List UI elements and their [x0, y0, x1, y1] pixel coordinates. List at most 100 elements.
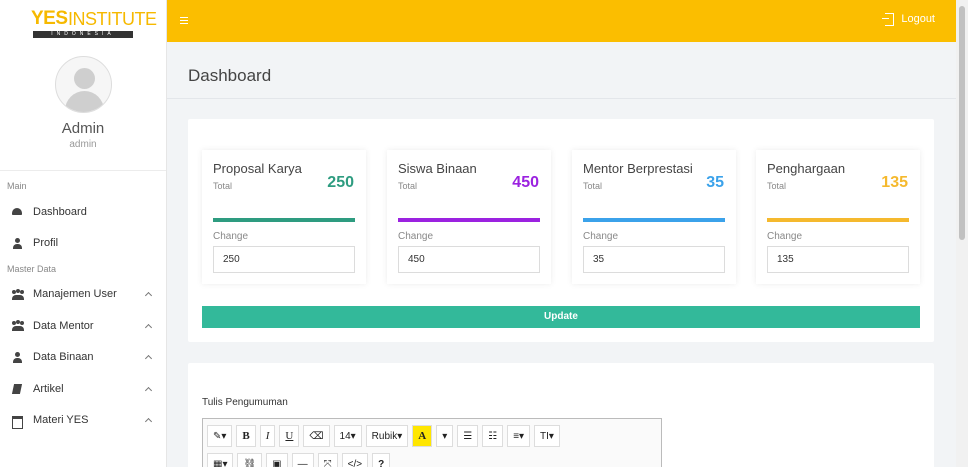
- stat-value: 450: [512, 174, 539, 191]
- stat-value: 250: [327, 174, 354, 191]
- stat-subtitle: Total: [398, 181, 418, 191]
- stat-title: Proposal Karya: [213, 161, 302, 176]
- stat-proposal-karya: Proposal Karya Total 250 Change: [202, 150, 366, 284]
- profile-name: Admin: [61, 120, 105, 137]
- sidebar-item-manajemen-user[interactable]: Manajemen User: [0, 279, 166, 310]
- sidebar-item-profil[interactable]: Profil: [0, 227, 166, 258]
- page-title: Dashboard: [188, 66, 272, 85]
- eraser-icon[interactable]: ⌫: [303, 425, 330, 447]
- sidebar-item-label: Materi YES: [33, 414, 89, 427]
- logout-button[interactable]: Logout: [882, 13, 935, 26]
- dashboard-icon: [12, 206, 23, 217]
- stat-title: Siswa Binaan: [398, 161, 477, 176]
- stat-siswa-binaan: Siswa Binaan Total 450 Change: [387, 150, 551, 284]
- bold-button[interactable]: B: [236, 425, 256, 447]
- font-family-select[interactable]: Rubik▾: [365, 425, 409, 447]
- stat-change-input[interactable]: [213, 246, 355, 273]
- stat-value: 35: [706, 174, 724, 191]
- brand[interactable]: YES INSTITUTE INDONESIA: [0, 0, 166, 42]
- menu-toggle-icon[interactable]: [180, 17, 188, 25]
- chevron-up-icon[interactable]: [144, 417, 153, 426]
- table-insert-button[interactable]: ▦▾: [207, 453, 234, 467]
- sidebar-item-label: Dashboard: [33, 205, 87, 218]
- logo-text-bold: YES: [31, 8, 68, 29]
- color-dropdown-button[interactable]: ▾: [436, 425, 454, 447]
- sidebar-item-materi-yes[interactable]: Materi YES: [0, 404, 166, 435]
- fullscreen-icon[interactable]: ⤧: [317, 453, 338, 467]
- user-icon: [12, 351, 23, 363]
- stats-card: Proposal Karya Total 250 Change Siswa Bi…: [188, 119, 934, 342]
- menu-section-main: Main: [7, 181, 27, 191]
- paragraph-align-select[interactable]: ≡▾: [507, 425, 531, 447]
- scrollbar-thumb[interactable]: [959, 6, 965, 240]
- page-title-divider: [167, 98, 956, 99]
- update-button[interactable]: Update: [202, 306, 920, 328]
- users-icon: [12, 320, 24, 332]
- chevron-up-icon[interactable]: [144, 292, 153, 300]
- page-scrollbar[interactable]: [956, 0, 968, 467]
- editor-toolbar-row-2: ▦▾ ⛓ ▣ — ⤧ </> ?: [207, 453, 391, 467]
- sidebar-item-label: Manajemen User: [33, 288, 117, 301]
- text-color-button[interactable]: A: [412, 425, 433, 447]
- underline-button[interactable]: U: [279, 425, 300, 447]
- announcement-card: Tulis Pengumuman ✎▾ B I U ⌫ 14▾ Rubik▾ A…: [188, 363, 934, 467]
- sidebar-item-data-binaan[interactable]: Data Binaan: [0, 342, 166, 373]
- stat-change-input[interactable]: [767, 246, 909, 273]
- sidebar-item-label: Data Binaan: [33, 351, 94, 364]
- line-height-select[interactable]: TI▾: [534, 425, 560, 447]
- logout-label: Logout: [901, 13, 935, 25]
- stat-title: Mentor Berprestasi: [583, 161, 693, 176]
- code-view-button[interactable]: </>: [341, 453, 369, 467]
- chevron-up-icon[interactable]: [144, 355, 153, 363]
- italic-button[interactable]: I: [259, 425, 276, 447]
- stat-mentor-berprestasi: Mentor Berprestasi Total 35 Change: [572, 150, 736, 284]
- magic-wand-style-button[interactable]: ✎▾: [207, 425, 233, 447]
- menu-section-master-data: Master Data: [7, 263, 57, 274]
- editor-toolbar-row-1: ✎▾ B I U ⌫ 14▾ Rubik▾ A ▾ ☰ ☷ ≡▾ TI▾: [207, 425, 560, 447]
- sidebar: YES INSTITUTE INDONESIA Admin admin Main…: [0, 0, 167, 467]
- calendar-icon: [12, 415, 23, 429]
- link-icon[interactable]: ⛓: [237, 453, 263, 467]
- horizontal-rule-button[interactable]: —: [291, 453, 314, 467]
- logo-text-light: INSTITUTE: [68, 9, 157, 29]
- stat-change-input[interactable]: [583, 246, 725, 273]
- stat-progress-bar: [583, 218, 725, 222]
- ordered-list-button[interactable]: ☷: [482, 425, 504, 447]
- sidebar-item-dashboard[interactable]: Dashboard: [0, 196, 166, 227]
- sidebar-divider: [0, 170, 166, 171]
- rich-text-editor[interactable]: ✎▾ B I U ⌫ 14▾ Rubik▾ A ▾ ☰ ☷ ≡▾ TI▾ ▦▾ …: [202, 418, 662, 467]
- stat-change-label: Change: [583, 231, 619, 242]
- sidebar-item-data-mentor[interactable]: Data Mentor: [0, 310, 166, 341]
- users-icon: [12, 289, 24, 300]
- stat-penghargaan: Penghargaan Total 135 Change: [756, 150, 920, 284]
- sidebar-item-label: Profil: [33, 237, 59, 250]
- top-bar: Logout: [167, 0, 956, 42]
- help-button[interactable]: ?: [372, 453, 391, 467]
- stat-progress-bar: [213, 218, 355, 222]
- sidebar-menu: Main Dashboard Profil Master Data Manaje…: [0, 176, 166, 436]
- sidebar-item-label: Artikel: [33, 382, 64, 395]
- profile-panel: Admin admin: [0, 56, 166, 150]
- unordered-list-button[interactable]: ☰: [457, 425, 479, 447]
- sidebar-item-artikel[interactable]: Artikel: [0, 373, 166, 404]
- announcement-label: Tulis Pengumuman: [202, 397, 288, 408]
- stat-change-label: Change: [767, 231, 803, 242]
- sidebar-item-label: Data Mentor: [33, 319, 94, 332]
- book-icon: [12, 383, 23, 394]
- stat-change-input[interactable]: [398, 246, 540, 273]
- chevron-up-icon[interactable]: [144, 386, 153, 394]
- user-icon: [12, 237, 23, 249]
- stat-title: Penghargaan: [767, 161, 846, 176]
- stat-subtitle: Total: [767, 181, 787, 191]
- stat-subtitle: Total: [583, 181, 603, 191]
- chevron-up-icon[interactable]: [144, 323, 153, 331]
- yes-institute-logo[interactable]: YES INSTITUTE INDONESIA: [31, 6, 157, 38]
- font-size-select[interactable]: 14▾: [333, 425, 362, 447]
- avatar[interactable]: [54, 56, 112, 113]
- stat-change-label: Change: [213, 231, 249, 242]
- profile-role: admin: [69, 139, 97, 150]
- logo-tagline: INDONESIA: [33, 31, 133, 38]
- stat-progress-bar: [398, 218, 540, 222]
- image-icon[interactable]: ▣: [266, 453, 288, 467]
- stat-progress-bar: [767, 218, 909, 222]
